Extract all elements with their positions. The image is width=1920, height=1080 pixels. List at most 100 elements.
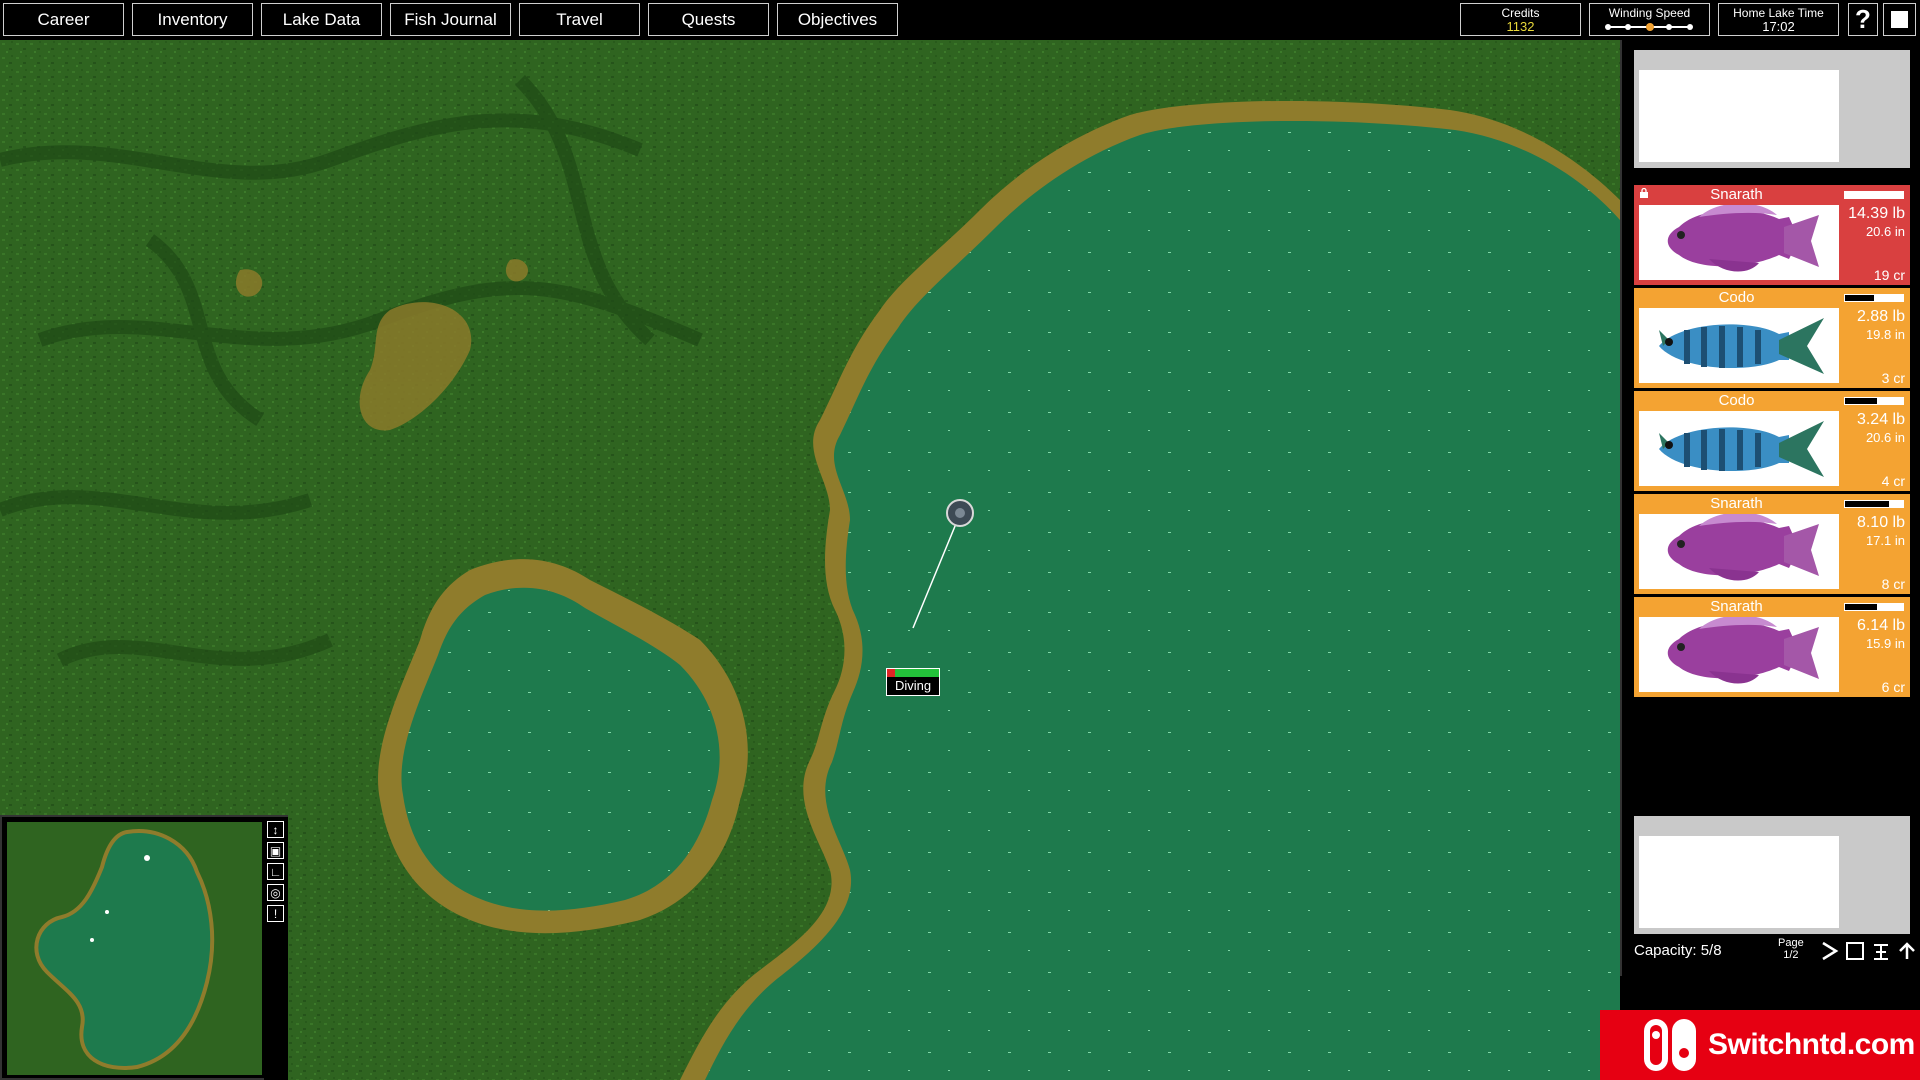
- nav-inventory[interactable]: Inventory: [132, 3, 253, 36]
- minimap-player-marker: [144, 855, 150, 861]
- minimap-tool-alert[interactable]: !: [267, 905, 284, 922]
- fish-credits: 19 cr: [1873, 267, 1905, 283]
- minimap-svg[interactable]: [7, 822, 262, 1075]
- square-outline-icon: [1846, 942, 1864, 960]
- fish-credits: 3 cr: [1881, 370, 1905, 386]
- fish-length: 15.9 in: [1865, 636, 1905, 651]
- boat-icon[interactable]: [946, 499, 974, 527]
- expand-icon: ↕: [272, 822, 279, 837]
- watermark-banner: Switchntd.com: [1600, 1010, 1920, 1080]
- empty-slot-image: [1639, 836, 1839, 928]
- catch-slot[interactable]: Snarath 8.10 lb 17.1 in 8 cr: [1634, 494, 1910, 594]
- winding-speed-box[interactable]: Winding Speed: [1589, 3, 1710, 36]
- winding-speed-knob[interactable]: [1645, 23, 1654, 31]
- lure-status: Diving: [886, 668, 940, 696]
- page-indicator: Page 1/2: [1778, 937, 1804, 961]
- help-button[interactable]: ?: [1848, 3, 1878, 36]
- fish-weight: 8.10 lb: [1856, 514, 1905, 531]
- codo-fish-image: [1659, 421, 1824, 477]
- minimap-tool-expand[interactable]: ↕: [267, 821, 284, 838]
- stop-button[interactable]: [1883, 3, 1916, 36]
- nav-travel[interactable]: Travel: [519, 3, 640, 36]
- empty-slot-image: [1639, 70, 1839, 162]
- freshness-fill: [1845, 604, 1877, 610]
- freshness-bar: [1844, 397, 1904, 405]
- snarath-fish-image: [1667, 617, 1819, 684]
- collapse-button[interactable]: [1896, 940, 1918, 962]
- freshness-fill: [1845, 295, 1874, 301]
- sort-button[interactable]: [1870, 940, 1892, 962]
- catch-slot[interactable]: Snarath 14.39 lb 20.6 in 19 cr: [1634, 185, 1910, 285]
- nav-career[interactable]: Career: [3, 3, 124, 36]
- select-all-button[interactable]: [1844, 940, 1866, 962]
- minimap[interactable]: ↕ ▣ ∟ ◎ !: [0, 815, 288, 1080]
- layers-icon: ▣: [269, 843, 282, 858]
- freshness-fill: [1845, 398, 1877, 404]
- minimap-tool-target[interactable]: ◎: [267, 884, 284, 901]
- freshness-bar: [1844, 500, 1904, 508]
- help-icon: ?: [1855, 4, 1871, 34]
- fish-credits: 6 cr: [1881, 679, 1905, 695]
- credits-box: Credits 1132: [1460, 3, 1581, 36]
- freshness-bar: [1844, 603, 1904, 611]
- fish-name: Snarath: [1710, 598, 1763, 615]
- freshness-bar: [1844, 191, 1904, 199]
- snarath-fish-image: [1667, 514, 1819, 581]
- winding-speed-label: Winding Speed: [1608, 6, 1691, 20]
- capacity-label: Capacity: 5/8: [1634, 942, 1722, 959]
- winding-speed-step[interactable]: [1686, 24, 1693, 30]
- fish-length: 17.1 in: [1865, 533, 1905, 548]
- fish-credits: 4 cr: [1881, 473, 1905, 489]
- arrow-up-icon: [1899, 942, 1915, 959]
- nav-objectives[interactable]: Objectives: [777, 3, 898, 36]
- page-label: Page: [1778, 937, 1804, 949]
- lure-depth-marker: [887, 669, 895, 677]
- nav-lake-data[interactable]: Lake Data: [261, 3, 382, 36]
- lure-status-text: Diving: [894, 678, 932, 693]
- fish-length: 20.6 in: [1865, 224, 1905, 239]
- fish-weight: 6.14 lb: [1856, 617, 1905, 634]
- next-page-button[interactable]: [1818, 940, 1840, 962]
- fish-weight: 3.24 lb: [1856, 411, 1905, 428]
- home-lake-time-value: 17:02: [1762, 19, 1795, 34]
- chevron-right-icon: [1822, 941, 1839, 961]
- minimap-tool-chart[interactable]: ∟: [267, 863, 284, 880]
- fish-image-frame: [1639, 411, 1839, 486]
- alert-icon: !: [273, 906, 278, 921]
- minimap-tool-layers[interactable]: ▣: [267, 842, 284, 859]
- home-lake-time-box: Home Lake Time 17:02: [1718, 3, 1839, 36]
- winding-speed-step[interactable]: [1666, 24, 1672, 30]
- fish-image-frame: [1639, 205, 1839, 280]
- fish-length: 20.6 in: [1865, 430, 1905, 445]
- catch-slot-empty[interactable]: [1634, 816, 1910, 934]
- top-bar: Career Inventory Lake Data Fish Journal …: [0, 0, 1920, 40]
- catch-slot[interactable]: Snarath 6.14 lb 15.9 in 6 cr: [1634, 597, 1910, 697]
- square-icon: [1891, 11, 1908, 28]
- credits-value: 1132: [1506, 19, 1535, 34]
- winding-speed-slider[interactable]: [1604, 22, 1695, 32]
- fish-image-frame: [1639, 617, 1839, 692]
- fish-name: Snarath: [1710, 495, 1763, 512]
- minimap-marker: [105, 910, 109, 914]
- catch-slot[interactable]: Codo 3.24 lb 20.6 in 4 cr: [1634, 391, 1910, 491]
- nav-quests[interactable]: Quests: [648, 3, 769, 36]
- catch-slot-empty[interactable]: [1634, 50, 1910, 168]
- codo-fish-image: [1659, 318, 1824, 374]
- winding-speed-step[interactable]: [1604, 24, 1611, 30]
- home-lake-time-label: Home Lake Time: [1733, 6, 1824, 20]
- fish-name: Codo: [1718, 392, 1755, 409]
- switch-logo-icon: [1644, 1019, 1696, 1071]
- fish-length: 19.8 in: [1865, 327, 1905, 342]
- catch-slot[interactable]: Codo 2.88 lb 19.8 in 3 cr: [1634, 288, 1910, 388]
- winding-speed-step[interactable]: [1625, 24, 1631, 30]
- freshness-bar: [1844, 294, 1904, 302]
- fish-weight: 2.88 lb: [1856, 308, 1905, 325]
- sort-icon: [1874, 944, 1888, 960]
- nav-fish-journal[interactable]: Fish Journal: [390, 3, 511, 36]
- fish-name: Codo: [1718, 289, 1755, 306]
- page-value: 1/2: [1783, 949, 1799, 961]
- fish-weight: 14.39 lb: [1848, 205, 1905, 222]
- freshness-fill: [1845, 501, 1889, 507]
- watermark-text: Switchntd.com: [1708, 1028, 1915, 1061]
- minimap-marker: [90, 938, 94, 942]
